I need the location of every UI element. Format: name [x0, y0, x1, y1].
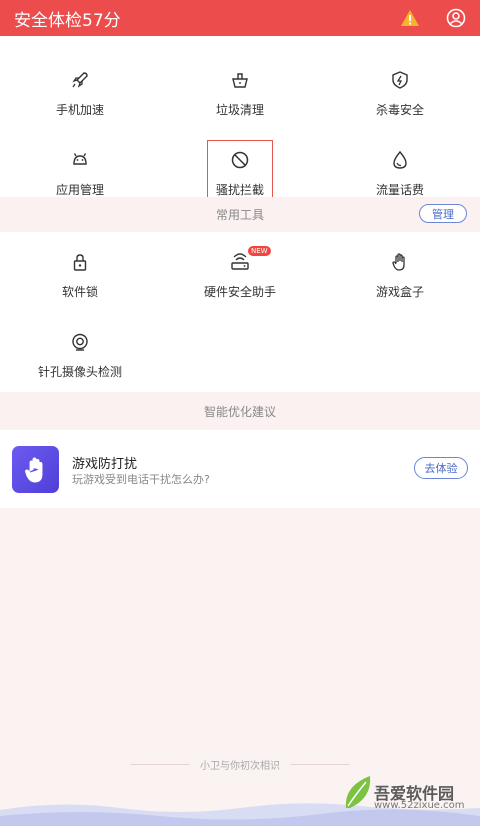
suggestion-subtitle: 玩游戏受到电话干扰怎么办? — [72, 473, 210, 486]
feature-label: 杀毒安全 — [375, 103, 424, 117]
feature-label: 流量话费 — [375, 183, 424, 197]
hand-icon — [389, 251, 411, 273]
section-title: 常用工具 — [215, 208, 264, 222]
feature-junk-clean[interactable]: 垃圾清理 — [160, 50, 320, 130]
feature-label: 垃圾清理 — [215, 103, 264, 117]
tool-pinhole-camera-detect[interactable]: 针孔摄像头检测 — [0, 312, 160, 392]
tool-game-box[interactable]: 游戏盒子 — [320, 232, 480, 312]
watermark: 吾爱软件园 www.52zixue.com — [342, 760, 472, 818]
router-icon — [229, 251, 251, 273]
tool-label: 硬件安全助手 — [203, 285, 276, 299]
suggestion-card[interactable]: 游戏防打扰 玩游戏受到电话干扰怎么办? 去体验 — [0, 430, 480, 508]
try-button[interactable]: 去体验 — [414, 457, 468, 479]
tools-grid: 软件锁 NEW 硬件安全助手 游戏盒子 针孔摄像头检测 — [0, 232, 480, 392]
warning-icon[interactable] — [400, 9, 420, 27]
tool-hardware-security[interactable]: NEW 硬件安全助手 — [160, 232, 320, 312]
manage-button[interactable]: 管理 — [419, 204, 467, 223]
lock-icon — [69, 251, 91, 273]
block-icon — [229, 149, 251, 171]
tool-label: 软件锁 — [61, 285, 98, 299]
suggestion-title: 游戏防打扰 — [72, 457, 138, 472]
security-score-title[interactable]: 安全体检57分 — [14, 6, 121, 31]
feature-label: 骚扰拦截 — [215, 183, 264, 197]
tool-label: 游戏盒子 — [375, 285, 424, 299]
user-icon[interactable] — [446, 8, 466, 28]
section-title: 智能优化建议 — [203, 404, 276, 419]
feature-antivirus[interactable]: 杀毒安全 — [320, 50, 480, 130]
suggest-section-header: 智能优化建议 — [0, 392, 480, 430]
tool-label: 针孔摄像头检测 — [37, 365, 122, 379]
leaf-logo-icon — [345, 776, 371, 808]
android-icon — [69, 149, 91, 171]
header-bar: 安全体检57分 — [0, 0, 480, 36]
feature-phone-boost[interactable]: 手机加速 — [0, 50, 160, 130]
drop-icon — [389, 149, 411, 171]
shield-icon — [389, 69, 411, 91]
watermark-url: www.52zixue.com — [374, 800, 465, 811]
trash-icon — [229, 69, 251, 91]
feature-label: 手机加速 — [55, 103, 104, 117]
game-hand-icon — [12, 446, 59, 493]
feature-grid: 手机加速 垃圾清理 杀毒安全 应用管理 骚扰拦截 流量话费 — [0, 36, 480, 210]
new-badge: NEW — [248, 246, 271, 256]
rocket-icon — [69, 69, 91, 91]
camera-icon — [69, 331, 91, 353]
tools-section-header: 常用工具 管理 — [0, 197, 480, 232]
tool-app-lock[interactable]: 软件锁 — [0, 232, 160, 312]
feature-label: 应用管理 — [55, 183, 104, 197]
